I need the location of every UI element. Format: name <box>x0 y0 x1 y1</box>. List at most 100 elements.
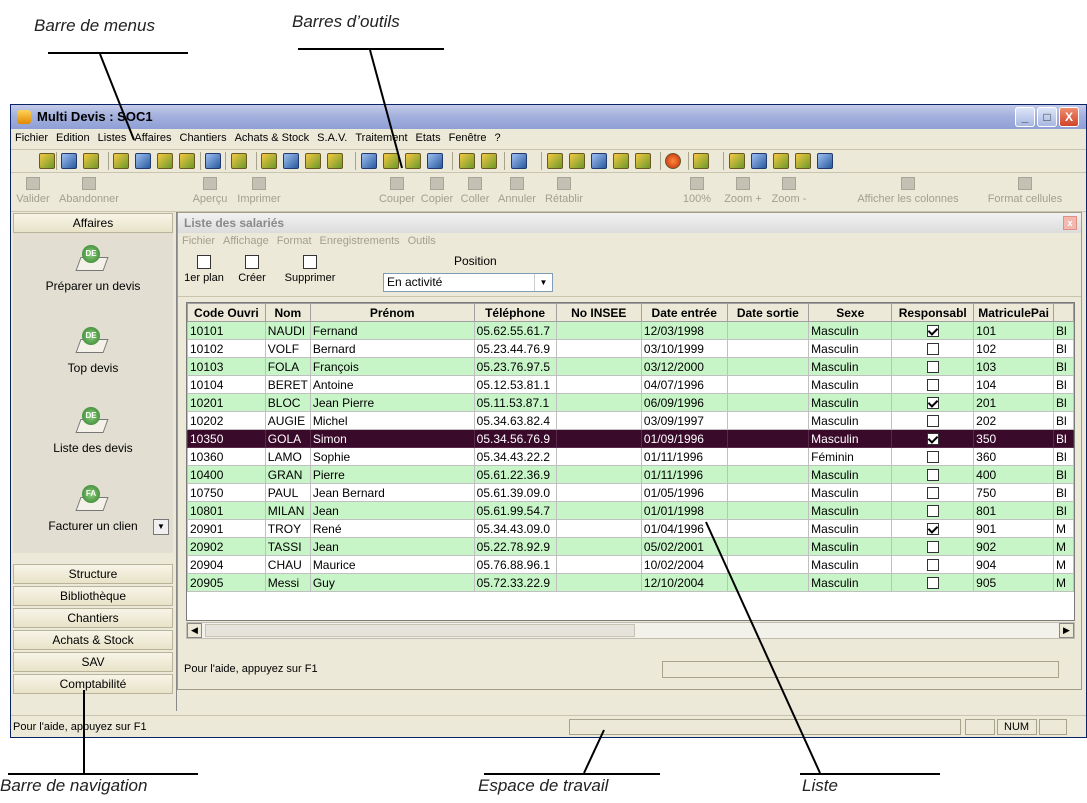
table-row[interactable]: 10101 NAUDI Fernand 05.62.55.61.7 12/03/1998… <box>187 321 1074 340</box>
scroll-right-button[interactable]: ▶ <box>1059 623 1074 638</box>
menu-chantiers[interactable]: Chantiers <box>176 129 231 144</box>
coller-button[interactable]: Coller <box>457 175 493 209</box>
responsable-checkbox[interactable] <box>926 361 939 374</box>
nav-top-devis[interactable]: DE Top devis <box>13 327 173 375</box>
responsable-checkbox[interactable] <box>926 451 939 464</box>
child-close-button[interactable]: x <box>1063 216 1077 230</box>
responsable-checkbox[interactable] <box>926 379 939 392</box>
annuler-button[interactable]: Annuler <box>495 175 539 209</box>
table-row[interactable]: 20902 TASSI Jean 05.22.78.92.9 05/02/2001 Mas… <box>187 537 1074 556</box>
table-row[interactable]: 10801 MILAN Jean 05.61.99.54.7 01/01/1998 Mas… <box>187 501 1074 520</box>
child-menu-fichier[interactable]: Fichier <box>178 233 219 249</box>
employees-grid[interactable]: Code Ouvri Nom Prénom Téléphone No INSEE Date… <box>186 302 1075 621</box>
premier-plan-button[interactable]: 1er plan <box>182 255 226 284</box>
table-row[interactable]: 10102 VOLF Bernard 05.23.44.76.9 03/10/1999 M… <box>187 339 1074 358</box>
supprimer-button[interactable]: Supprimer <box>280 255 340 284</box>
scroll-thumb[interactable] <box>205 624 635 637</box>
nav-chantiers[interactable]: Chantiers <box>13 608 173 628</box>
list-b-icon[interactable] <box>283 153 299 169</box>
sav-d-icon[interactable] <box>613 153 629 169</box>
responsable-checkbox[interactable] <box>926 469 939 482</box>
stock-b-icon[interactable] <box>481 153 497 169</box>
export-icon[interactable] <box>817 153 833 169</box>
menu-listes[interactable]: Listes <box>94 129 131 144</box>
couper-button[interactable]: Couper <box>377 175 417 209</box>
list-a-icon[interactable] <box>261 153 277 169</box>
column-header[interactable]: Code Ouvri <box>187 303 266 322</box>
column-header[interactable]: Responsabl <box>891 303 975 322</box>
devis-d-icon[interactable] <box>179 153 195 169</box>
table-row[interactable]: 20905 Messi Guy 05.72.33.22.9 12/10/2004 Masc… <box>187 573 1074 592</box>
menu-etats[interactable]: Etats <box>412 129 445 144</box>
user-a-icon[interactable] <box>729 153 745 169</box>
close-button[interactable]: X <box>1059 107 1079 127</box>
column-header[interactable]: Sexe <box>808 303 893 322</box>
doc-d-icon[interactable] <box>427 153 443 169</box>
nav-affaires-header[interactable]: Affaires <box>13 213 173 233</box>
devis-e-icon[interactable] <box>205 153 221 169</box>
devis-c-icon[interactable] <box>157 153 173 169</box>
table-row[interactable]: 10360 LAMO Sophie 05.34.43.22.2 01/11/1996 Fé… <box>187 447 1074 466</box>
column-header[interactable]: Prénom <box>309 303 475 322</box>
stock-c-icon[interactable] <box>511 153 527 169</box>
valider-button[interactable]: Valider <box>15 175 51 209</box>
table-row[interactable]: 10201 BLOC Jean Pierre 05.11.53.87.1 06/09/1… <box>187 393 1074 412</box>
column-header[interactable]: Nom <box>264 303 311 322</box>
user-d-icon[interactable] <box>795 153 811 169</box>
user-b-icon[interactable] <box>751 153 767 169</box>
responsable-checkbox[interactable] <box>926 415 939 428</box>
list-d-icon[interactable] <box>327 153 343 169</box>
menu-fichier[interactable]: Fichier <box>11 129 52 144</box>
list-c-icon[interactable] <box>305 153 321 169</box>
maximize-button[interactable]: □ <box>1037 107 1057 127</box>
table-row[interactable]: 20904 CHAU Maurice 05.76.88.96.1 10/02/2004 M… <box>187 555 1074 574</box>
minimize-button[interactable]: _ <box>1015 107 1035 127</box>
child-title-bar[interactable]: Liste des salariés x <box>178 213 1081 233</box>
nav-preparer-devis[interactable]: DE Préparer un devis <box>13 245 173 293</box>
table-row[interactable]: 10104 BERET Antoine 05.12.53.81.1 04/07/1996… <box>187 375 1074 394</box>
sav-a-icon[interactable] <box>547 153 563 169</box>
menu-fenetre[interactable]: Fenêtre <box>445 129 491 144</box>
afficher-colonnes-button[interactable]: Afficher les colonnes <box>843 175 973 209</box>
retablir-button[interactable]: Rétablir <box>541 175 587 209</box>
settings-icon[interactable] <box>693 153 709 169</box>
column-header[interactable]: Date sortie <box>726 303 810 322</box>
column-header[interactable]: Téléphone <box>473 303 557 322</box>
responsable-checkbox[interactable] <box>926 343 939 356</box>
child-menu-enregistrements[interactable]: Enregistrements <box>316 233 404 249</box>
doc-a-icon[interactable] <box>361 153 377 169</box>
menu-achats-stock[interactable]: Achats & Stock <box>231 129 314 144</box>
responsable-checkbox[interactable] <box>926 541 939 554</box>
responsable-checkbox[interactable] <box>926 397 939 410</box>
stock-a-icon[interactable] <box>459 153 475 169</box>
menu-edition[interactable]: Edition <box>52 129 94 144</box>
table-row[interactable]: 10350 GOLA Simon 05.34.56.76.9 01/09/1996 Mas… <box>187 429 1074 448</box>
responsable-checkbox[interactable] <box>926 487 939 500</box>
copier-button[interactable]: Copier <box>419 175 455 209</box>
child-menu-format[interactable]: Format <box>273 233 316 249</box>
nav-achats-stock[interactable]: Achats & Stock <box>13 630 173 650</box>
table-row[interactable]: 20901 TROY René 05.34.43.09.0 01/04/1996 Masc… <box>187 519 1074 538</box>
position-select[interactable]: En activité ▼ <box>383 273 553 292</box>
nav-bibliotheque[interactable]: Bibliothèque <box>13 586 173 606</box>
sav-e-icon[interactable] <box>635 153 651 169</box>
child-menu-affichage[interactable]: Affichage <box>219 233 273 249</box>
record-icon[interactable] <box>665 153 681 169</box>
menu-help[interactable]: ? <box>491 129 505 144</box>
column-header[interactable]: MatriculePai <box>973 303 1055 322</box>
column-header[interactable]: Date entrée <box>640 303 728 322</box>
responsable-checkbox[interactable] <box>926 523 939 536</box>
table-row[interactable]: 10750 PAUL Jean Bernard 05.61.39.09.0 01/05/… <box>187 483 1074 502</box>
responsable-checkbox[interactable] <box>926 505 939 518</box>
nav-sav[interactable]: SAV <box>13 652 173 672</box>
doc-b-icon[interactable] <box>383 153 399 169</box>
scroll-left-button[interactable]: ◀ <box>187 623 202 638</box>
new-avoir-icon[interactable] <box>83 153 99 169</box>
responsable-checkbox[interactable] <box>926 577 939 590</box>
nav-comptabilite[interactable]: Comptabilité <box>13 674 173 694</box>
responsable-checkbox[interactable] <box>926 325 939 338</box>
nav-structure[interactable]: Structure <box>13 564 173 584</box>
sav-c-icon[interactable] <box>591 153 607 169</box>
menu-sav[interactable]: S.A.V. <box>313 129 351 144</box>
table-row[interactable]: 10400 GRAN Pierre 05.61.22.36.9 01/11/1996 Ma… <box>187 465 1074 484</box>
